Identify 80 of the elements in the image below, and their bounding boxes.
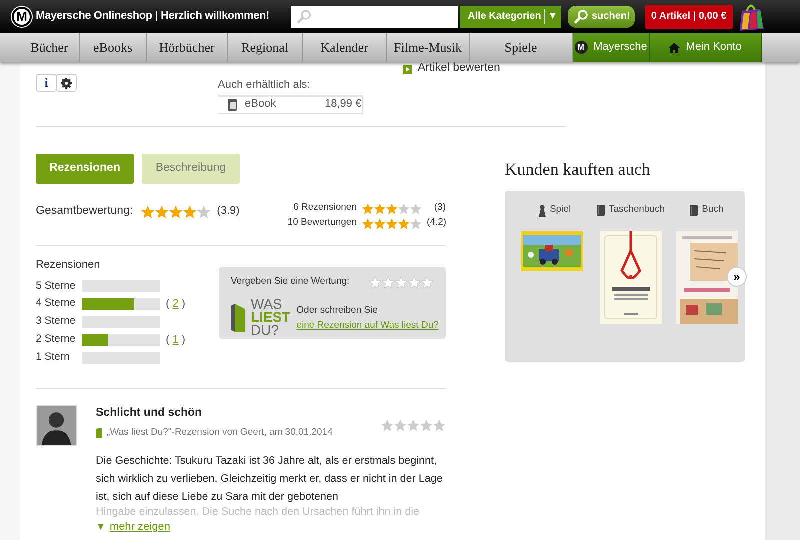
star-filled-icon <box>183 204 198 219</box>
info-button[interactable]: i <box>36 74 57 92</box>
book-icon <box>96 428 102 438</box>
search-icon <box>574 10 588 24</box>
product-type: Taschenbuch <box>609 203 665 218</box>
review-title: Schlicht und schön <box>96 406 204 422</box>
star-level-label: 4 Sterne <box>36 296 77 312</box>
star-filled-icon <box>386 202 398 214</box>
settings-icon <box>61 78 72 88</box>
book-icon <box>690 205 698 216</box>
rating-label: Gesamtbewertung: <box>36 204 134 219</box>
paren: ( <box>166 298 170 310</box>
rating-count: 6 Rezensionen <box>294 201 357 216</box>
star-empty-icon <box>369 276 382 289</box>
nav-tab[interactable]: eBooks <box>80 33 147 62</box>
review-text: Hingabe einzulassen. Die Suche nach den Ursachen führt ihn in die <box>96 506 421 519</box>
star-empty-icon <box>394 419 407 432</box>
rating-value: (3.9) <box>217 204 240 220</box>
nav-tab[interactable]: Mein Konto <box>650 33 762 62</box>
star-level-label: 1 Stern <box>36 350 71 365</box>
rating-prompt: Vergeben Sie eine Wertung: <box>231 275 350 289</box>
section-label: Auch erhältlich als: <box>218 78 312 93</box>
star-empty-icon <box>420 419 433 432</box>
star-filled-icon <box>386 218 398 230</box>
site-title: Mayersche Onlineshop | Herzlich willkommen! <box>36 9 270 24</box>
rating-value: (3) <box>433 201 446 216</box>
product-type: Buch <box>702 203 724 218</box>
paren: ( <box>166 334 170 346</box>
book-icon <box>597 205 605 216</box>
review-meta: „Was liest Du?"-Rezension von Geert, am 30.01.2014 <box>107 426 333 440</box>
rate-link[interactable]: Artikel bewerten <box>418 60 500 78</box>
star-empty-icon <box>408 276 421 289</box>
search-field[interactable] <box>291 6 458 28</box>
book-icon <box>231 304 245 332</box>
star-filled-icon <box>141 204 156 219</box>
star-filled-icon <box>374 218 386 230</box>
rating-value: (4.2) <box>427 216 446 230</box>
star-filled-icon <box>398 218 410 230</box>
caret-icon: ▼ <box>96 520 106 535</box>
logo-text: WAS <box>251 298 282 312</box>
home-icon <box>669 42 680 52</box>
nav-tab[interactable]: Regional <box>228 33 303 62</box>
star-level-label: 5 Sterne <box>36 278 77 294</box>
star-empty-icon <box>382 276 395 289</box>
product-type: Spiel <box>550 203 572 218</box>
play-icon <box>403 64 412 74</box>
search-icon <box>297 10 311 24</box>
star-filled-icon <box>169 204 184 219</box>
star-level-label: 3 Sterne <box>36 314 77 330</box>
paren: ) <box>182 334 186 346</box>
star-filled-icon <box>362 202 374 214</box>
format-row[interactable]: eBook 18,99 € <box>218 94 363 114</box>
star-empty-icon <box>395 276 408 289</box>
logo[interactable]: M <box>12 6 32 26</box>
nav-tab[interactable]: Kalender <box>303 33 387 62</box>
pawn-icon <box>538 204 546 216</box>
rating-count: 10 Bewertungen <box>288 216 357 230</box>
ebook-icon <box>228 98 237 110</box>
nav-tab[interactable]: Bücher <box>20 33 80 62</box>
prompt-text: Oder schreiben Sie <box>296 304 379 318</box>
nav-tab[interactable]: Filme-Musik <box>387 33 470 62</box>
section-title: Rezensionen <box>36 258 102 273</box>
nav-tab[interactable]: M Mayersche <box>573 33 650 62</box>
cart-button[interactable]: 0 Artikel | 0,00 € <box>645 4 733 28</box>
logo-text: LIEST DU? <box>251 311 291 338</box>
star-empty-icon <box>407 419 420 432</box>
logo-icon: M <box>574 41 588 54</box>
star-empty-icon <box>421 276 434 289</box>
star-level-label: 2 Sterne <box>36 332 77 347</box>
star-empty-icon <box>381 419 394 432</box>
nav-tab[interactable]: Hörbücher <box>147 33 228 62</box>
paren: ) <box>182 298 186 310</box>
category-dropdown[interactable]: Alle Kategorien ▼ <box>460 6 561 28</box>
review-text: Die Geschichte: Tsukuru Tazaki ist 36 Jahre alt, als er erstmals beginnt, sich wirklich zu verlieben. Gleichzeitig merkt er, dass er nicht in der Lage ist, sich auf diese Liebe zu Sara mit der gebotenen <box>96 454 444 505</box>
section-title: Kunden kauften auch <box>505 159 652 181</box>
star-filled-icon <box>362 218 374 230</box>
star-filled-icon <box>374 202 386 214</box>
star-empty-icon <box>433 419 446 432</box>
star-filled-icon <box>155 204 170 219</box>
settings-button[interactable] <box>56 74 77 92</box>
